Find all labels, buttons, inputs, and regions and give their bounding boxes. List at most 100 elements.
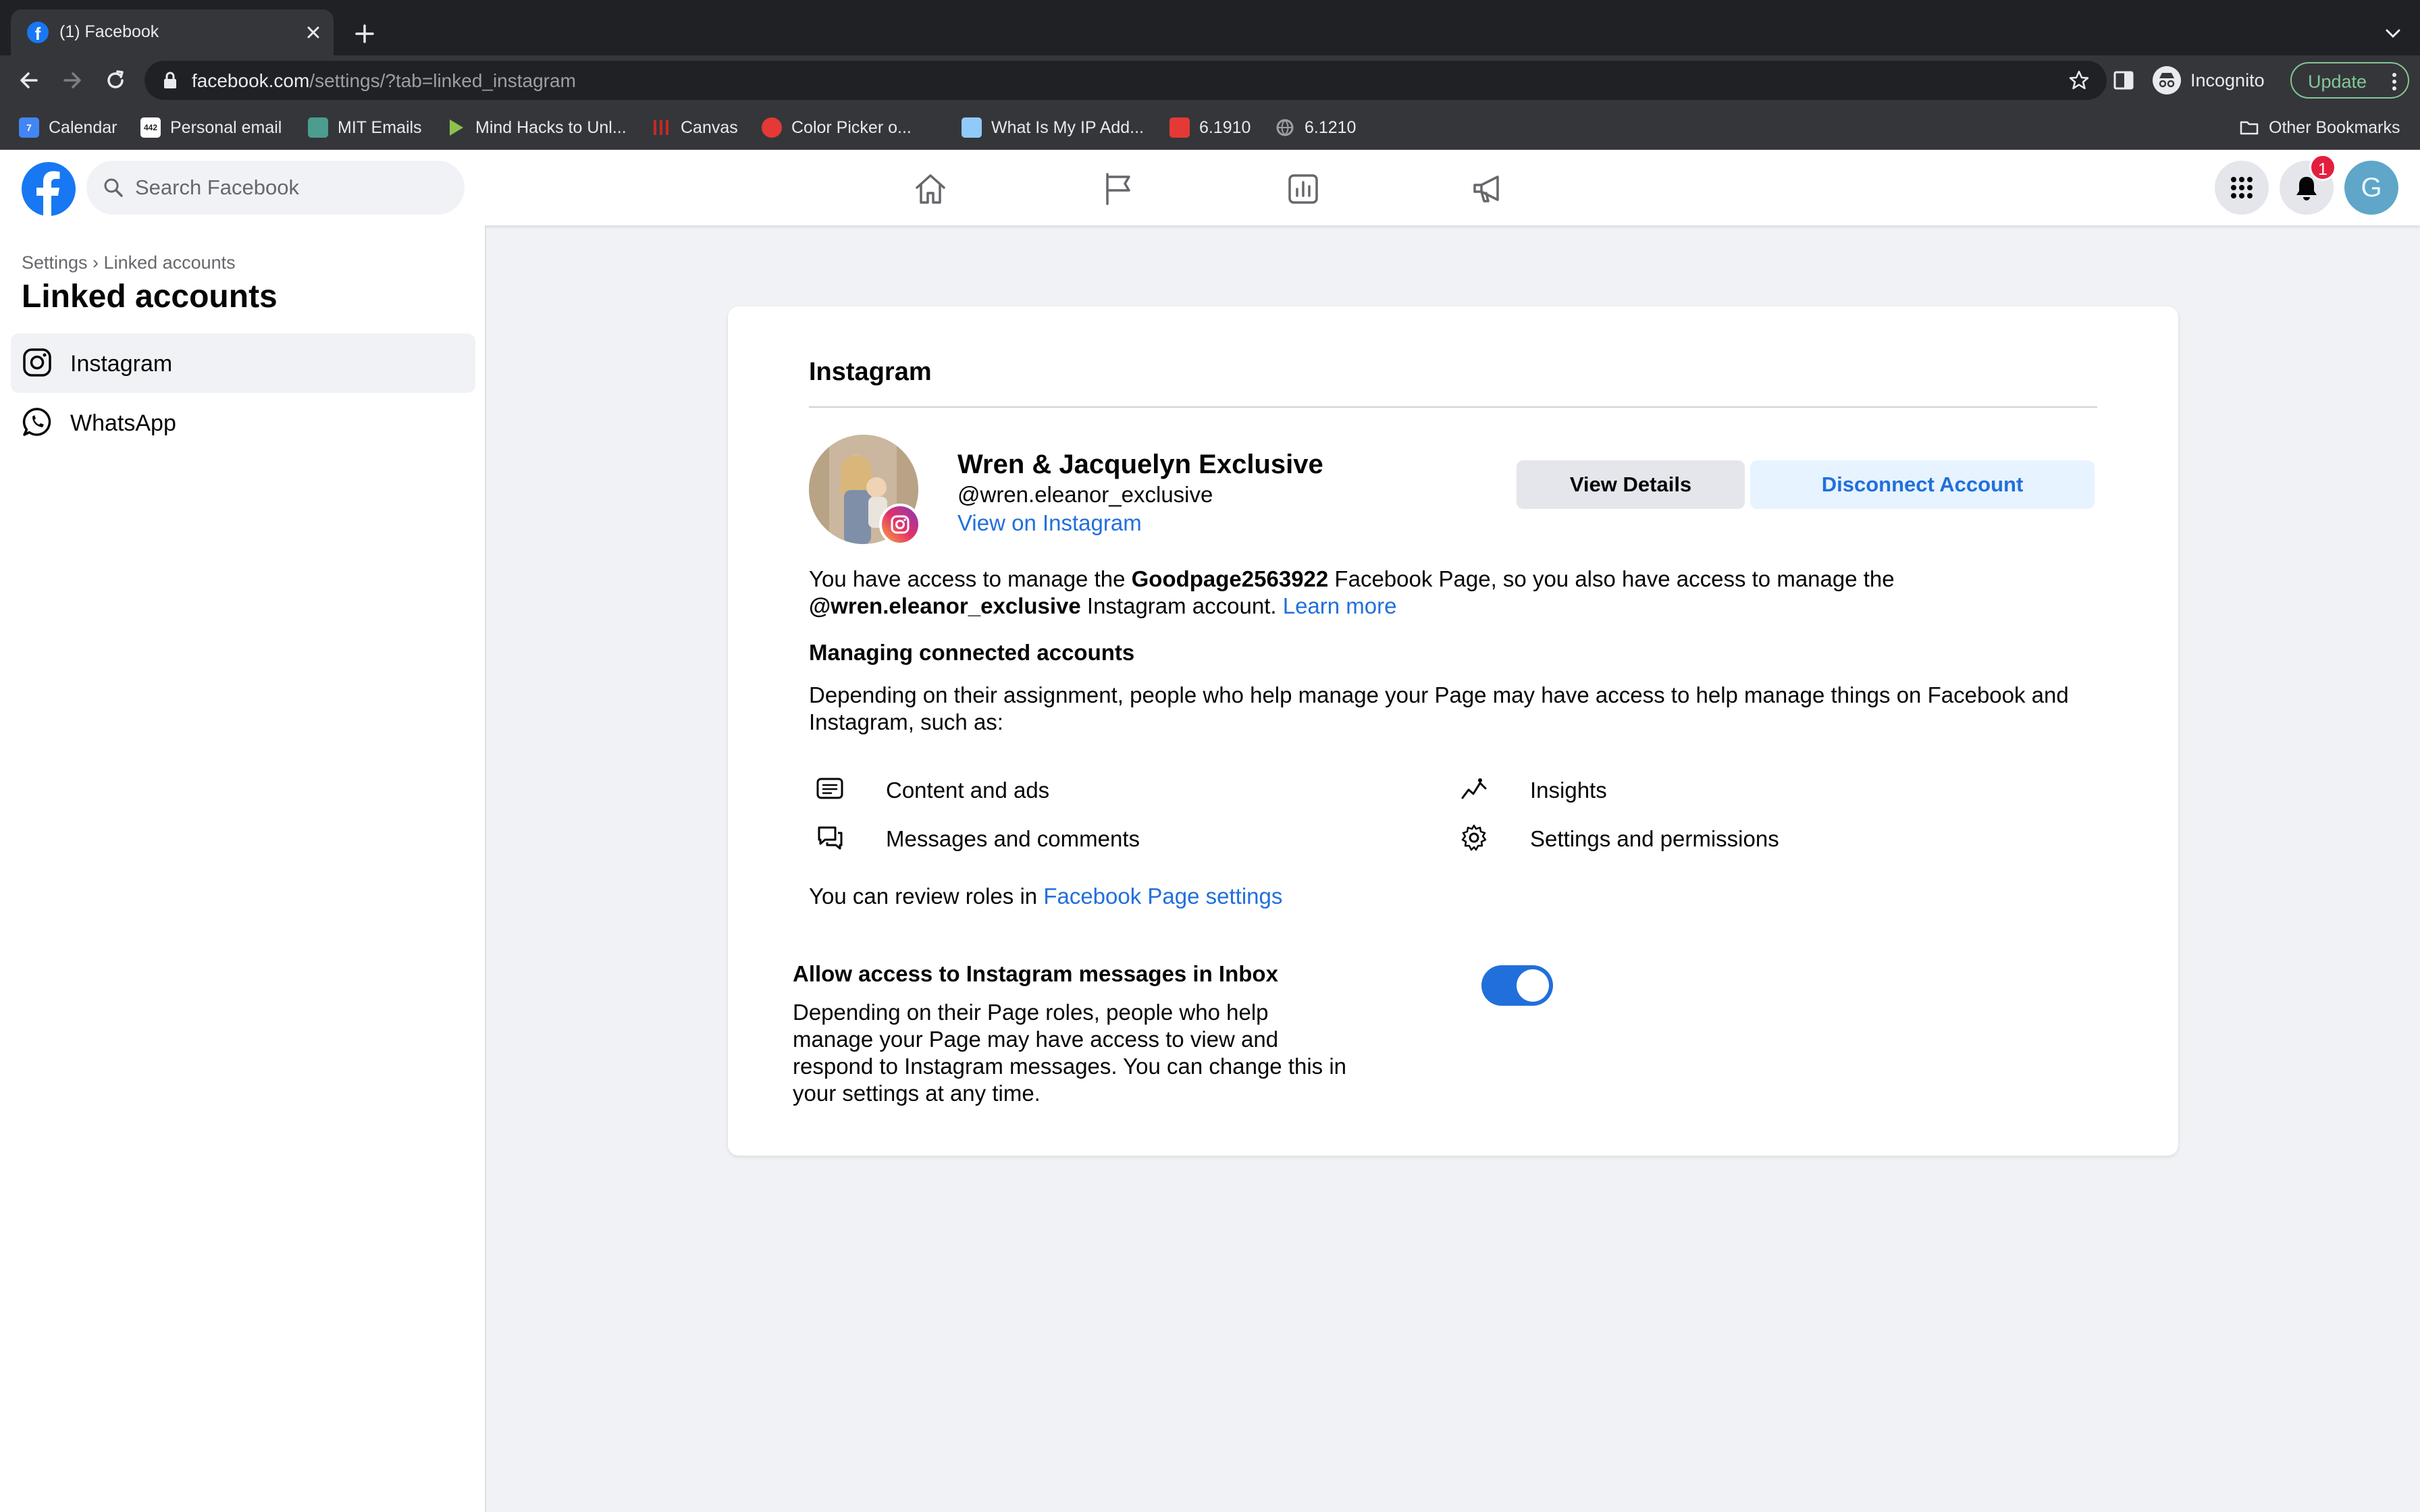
- browser-toolbar: facebook.com/settings/?tab=linked_instag…: [0, 55, 2420, 105]
- instagram-settings-card: Instagram Wren & Jacquelyn Exclusive @wr…: [728, 306, 2178, 1156]
- feature-settings-and-permissions: Settings and permissions: [1460, 821, 1932, 855]
- bookmark-personal-email[interactable]: 442 Personal email: [140, 115, 282, 140]
- feature-label: Messages and comments: [886, 826, 1140, 851]
- url-text: facebook.com/settings/?tab=linked_instag…: [192, 70, 576, 92]
- bookmark-mit-emails[interactable]: MIT Emails: [308, 115, 422, 140]
- feature-label: Content and ads: [886, 778, 1050, 803]
- back-arrow-icon[interactable]: [16, 68, 42, 93]
- disconnect-account-button[interactable]: Disconnect Account: [1750, 460, 2095, 509]
- settings-sidebar: Settings › Linked accounts Linked accoun…: [0, 225, 486, 1512]
- search-bar[interactable]: [86, 161, 465, 215]
- insights-chart-icon[interactable]: [1284, 170, 1322, 208]
- bookmark-star-icon[interactable]: [2068, 69, 2090, 92]
- other-bookmarks[interactable]: Other Bookmarks: [2239, 115, 2400, 140]
- view-details-button[interactable]: View Details: [1517, 460, 1745, 509]
- folder-icon: [2240, 121, 2259, 135]
- url-host: facebook.com: [192, 70, 310, 91]
- browser-tab[interactable]: f (1) Facebook: [11, 9, 334, 55]
- learn-more-link[interactable]: Learn more: [1283, 593, 1397, 618]
- card-title: Instagram: [809, 358, 932, 386]
- account-avatar[interactable]: G: [2344, 161, 2398, 215]
- address-bar[interactable]: facebook.com/settings/?tab=linked_instag…: [144, 61, 2107, 100]
- ip-icon: [962, 117, 982, 138]
- email-icon: 442: [140, 117, 161, 138]
- instagram-handle-bold: @wren.eleanor_exclusive: [809, 593, 1081, 618]
- update-label: Update: [2308, 72, 2367, 92]
- bookmark-label: Calendar: [49, 117, 117, 137]
- facebook-header: 1 G: [0, 150, 2420, 225]
- bookmark-6-1210[interactable]: 6.1210: [1275, 115, 1356, 140]
- toggle-knob: [1517, 969, 1549, 1002]
- bookmark-label: What Is My IP Add...: [991, 117, 1145, 137]
- tab-search-chevron-icon[interactable]: [2381, 22, 2405, 46]
- facebook-page-name: Goodpage2563922: [1131, 566, 1329, 591]
- account-name: Wren & Jacquelyn Exclusive: [957, 450, 1323, 479]
- incognito-label: Incognito: [2190, 70, 2265, 90]
- bookmark-calendar[interactable]: 7 Calendar: [19, 115, 117, 140]
- review-text: You can review roles in: [809, 884, 1044, 909]
- ads-megaphone-icon[interactable]: [1469, 170, 1507, 208]
- bookmark-6-1910[interactable]: 6.1910: [1169, 115, 1251, 140]
- forward-arrow-icon[interactable]: [59, 68, 85, 93]
- bookmark-what-is-my-ip[interactable]: What Is My IP Add...: [962, 115, 1144, 140]
- course-icon: [1169, 117, 1190, 138]
- bookmark-label: 6.1910: [1199, 117, 1251, 137]
- calendar-icon: 7: [19, 117, 39, 138]
- pages-flag-icon[interactable]: [1099, 170, 1137, 208]
- managing-heading: Managing connected accounts: [809, 640, 1135, 665]
- bookmark-label: Canvas: [681, 117, 738, 137]
- feature-insights: Insights: [1460, 772, 1932, 806]
- bookmarks-bar: 7 Calendar 442 Personal email MIT Emails M…: [0, 105, 2420, 150]
- facebook-page-settings-link[interactable]: Facebook Page settings: [1043, 884, 1282, 909]
- search-icon: [104, 178, 123, 197]
- sidebar-item-whatsapp[interactable]: WhatsApp: [11, 393, 475, 452]
- tab-title: (1) Facebook: [59, 22, 159, 41]
- bookmark-label: Color Picker o...: [791, 117, 912, 137]
- side-panel-icon[interactable]: [2112, 69, 2135, 92]
- breadcrumb[interactable]: Settings › Linked accounts: [22, 252, 236, 273]
- bookmark-label: Mind Hacks to Unl...: [475, 117, 627, 137]
- view-on-instagram-link[interactable]: View on Instagram: [957, 510, 1142, 536]
- bookmark-mind-hacks[interactable]: Mind Hacks to Unl...: [446, 115, 627, 140]
- instagram-icon: [23, 348, 51, 377]
- gear-icon: [1461, 824, 1487, 851]
- search-input[interactable]: [135, 161, 446, 215]
- bookmark-canvas[interactable]: Canvas: [651, 115, 738, 140]
- close-tab-icon[interactable]: [302, 22, 324, 43]
- inbox-access-description: Depending on their Page roles, people wh…: [793, 1000, 1347, 1106]
- inbox-access-toggle[interactable]: [1481, 965, 1553, 1006]
- globe-icon: [1276, 119, 1294, 136]
- incognito-icon: [2153, 66, 2181, 94]
- review-roles-text: You can review roles in Facebook Page se…: [809, 883, 2092, 910]
- incognito-indicator[interactable]: Incognito: [2153, 63, 2265, 97]
- feature-label: Settings and permissions: [1530, 826, 1779, 851]
- home-icon[interactable]: [912, 170, 949, 208]
- bookmark-label: MIT Emails: [338, 117, 422, 137]
- reload-icon[interactable]: [103, 68, 128, 93]
- canvas-icon: [654, 120, 668, 135]
- sidebar-item-label: Instagram: [70, 351, 173, 377]
- play-icon: [450, 119, 463, 136]
- content-ads-icon: [816, 778, 843, 799]
- browser-tab-strip: f (1) Facebook: [0, 0, 2420, 55]
- lock-icon[interactable]: [162, 72, 178, 89]
- other-bookmarks-label: Other Bookmarks: [2269, 117, 2400, 137]
- facebook-logo-icon[interactable]: [22, 162, 76, 216]
- menu-grid-button[interactable]: [2215, 161, 2269, 215]
- bookmark-label: Personal email: [170, 117, 282, 137]
- messages-icon: [818, 826, 843, 850]
- url-path: /settings/?tab=linked_instagram: [309, 70, 576, 91]
- bookmark-color-picker[interactable]: Color Picker o...: [762, 115, 912, 140]
- whatsapp-icon: [22, 408, 51, 436]
- access-description: You have access to manage the Goodpage25…: [809, 566, 2092, 620]
- sidebar-item-instagram[interactable]: Instagram: [11, 333, 475, 393]
- sidebar-item-label: WhatsApp: [70, 410, 176, 436]
- feature-label: Insights: [1530, 778, 1607, 803]
- inbox-access-heading: Allow access to Instagram messages in In…: [793, 961, 1278, 986]
- update-button[interactable]: Update: [2290, 62, 2409, 99]
- insights-icon: [1461, 778, 1487, 799]
- more-menu-icon[interactable]: [2392, 73, 2397, 90]
- feature-content-and-ads: Content and ads: [816, 772, 1288, 806]
- color-picker-icon: [762, 117, 782, 138]
- new-tab-icon[interactable]: [351, 20, 378, 47]
